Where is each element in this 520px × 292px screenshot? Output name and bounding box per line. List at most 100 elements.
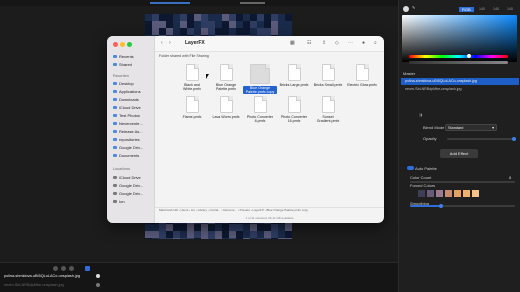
path-bar[interactable]: Macintosh HD › Users › ion › Library › C… [155, 207, 384, 214]
hue-slider[interactable] [409, 55, 508, 58]
canvas-pixel [208, 28, 215, 35]
active-tool-icon[interactable] [85, 266, 90, 271]
file-item[interactable]: Flame.pmfx [175, 96, 209, 119]
eyedropper-icon[interactable]: ✎ [412, 5, 415, 10]
share-icon[interactable]: ⇪ [322, 40, 326, 46]
file-name: Sunset Gradient.pmfx [316, 115, 340, 124]
bottom-layer-active[interactable]: polina-shmidova-uBI5QLoLACo-unsplash.jpg [4, 274, 80, 278]
view-grid-icon[interactable]: ▦ [290, 40, 295, 46]
close-icon[interactable] [113, 42, 118, 47]
color-mode-rgb[interactable]: RGB [459, 7, 474, 12]
color-swatch-icon[interactable] [403, 6, 409, 12]
canvas-pixel [180, 28, 187, 35]
canvas-pixel [278, 14, 285, 21]
palette-swatch[interactable] [427, 190, 434, 197]
folder-title: LayerFX [185, 40, 205, 46]
opacity-slider-knob[interactable] [512, 137, 516, 141]
sidebar-item-icloud[interactable]: iCloud Drive [113, 105, 141, 110]
folder-icon [113, 129, 117, 134]
account-icon[interactable]: ● [362, 40, 365, 46]
opacity-slider[interactable] [447, 138, 515, 140]
palette-swatch[interactable] [463, 190, 470, 197]
red-value[interactable]: 140 [479, 7, 485, 11]
back-icon[interactable]: ‹ [161, 40, 163, 46]
settings-icon[interactable] [61, 266, 66, 271]
file-document-icon [321, 64, 335, 81]
file-item[interactable]: Photo Converter 16.pmfx [277, 96, 311, 123]
sidebar-item-location-ion[interactable]: Ion [113, 199, 125, 204]
file-item[interactable]: Black and White.pmfx [175, 64, 209, 91]
file-item[interactable]: Bricks Small.pmfx [311, 64, 345, 87]
add-effect-button[interactable]: Add Effect [440, 149, 478, 158]
canvas-pixel [201, 238, 208, 239]
search-icon[interactable]: ⌕ [374, 40, 377, 46]
sidebar-item-nevercenter[interactable]: Nevercente... [113, 121, 143, 126]
file-item[interactable]: Lava Worm.pmfx [209, 96, 243, 119]
file-item[interactable]: Blue Orange Palette.pmfx copy [243, 64, 277, 95]
sidebar-item-downloads[interactable]: Downloads [113, 97, 139, 102]
sidebar-item-desktop[interactable]: Desktop [113, 81, 134, 86]
layer-row[interactable]: neom-SbLNRBdpMbe-unsplash.jpg [401, 86, 519, 93]
sidebar-item-shared[interactable]: Shared [113, 62, 132, 67]
sidebar-item-recents[interactable]: Recents [113, 54, 134, 59]
file-document-icon [219, 96, 233, 113]
folder-subtitle: Folder shared with File Sharing [159, 54, 209, 58]
sidebar-item-documents[interactable]: Documents [113, 153, 139, 158]
mouse-cursor [206, 74, 209, 79]
file-item[interactable]: Sunset Gradient.pmfx [311, 96, 345, 123]
layer-row-active[interactable]: polina-shmidova-uBI5QLoLACo-unsplash.jpg [401, 78, 519, 85]
blue-value[interactable]: 140 [507, 7, 513, 11]
canvas-pixel [159, 28, 166, 35]
canvas-pixel [264, 224, 271, 231]
sidebar-item-repositories[interactable]: repositories [113, 137, 140, 142]
canvas-pixel [159, 224, 166, 231]
minimize-icon[interactable] [120, 42, 125, 47]
toolbar-accent [150, 2, 190, 4]
canvas-pixel [187, 238, 194, 239]
canvas-pixel [187, 14, 194, 21]
canvas-pixel [173, 28, 180, 35]
zoom-icon[interactable] [127, 42, 132, 47]
file-item[interactable]: Electric Glow.pmfx [345, 64, 379, 87]
color-count-value[interactable]: 8 [509, 175, 511, 180]
sidebar-item-test-photos[interactable]: Test Photos [113, 113, 140, 118]
file-item[interactable]: Blue Orange Palette.pmfx [209, 64, 243, 91]
canvas-pixel [271, 28, 278, 35]
group-icon[interactable]: ☷ [307, 40, 311, 46]
canvas-pixel [278, 224, 285, 231]
smoothing-slider-knob[interactable] [439, 204, 443, 208]
canvas-pixel [250, 238, 257, 239]
sidebar-item-location-gdrive-1[interactable]: Google Driv... [113, 183, 143, 188]
smoothing-fill [410, 205, 440, 207]
file-item[interactable]: Photo Converter 8.pmfx [243, 96, 277, 123]
sidebar-item-location-icloud[interactable]: iCloud Drive [113, 175, 141, 180]
sidebar-item-release[interactable]: Release As... [113, 129, 143, 134]
forward-icon[interactable]: › [169, 40, 171, 46]
palette-swatch[interactable] [454, 190, 461, 197]
file-document-icon [250, 64, 270, 84]
hue-slider-knob[interactable] [467, 54, 471, 58]
canvas-pixel [180, 14, 187, 21]
layer-mode-icon[interactable]: ◨ [419, 113, 422, 117]
bottom-layer[interactable]: neom-SbLNRBdpMbe-unsplash.jpg [4, 283, 64, 287]
file-item[interactable]: Bricks Large.pmfx [277, 64, 311, 87]
visibility-icon[interactable] [96, 283, 100, 287]
visibility-icon[interactable] [96, 274, 100, 278]
auto-palette-toggle[interactable] [407, 166, 414, 170]
play-icon[interactable] [53, 266, 58, 271]
sidebar-item-applications[interactable]: Applications [113, 89, 141, 94]
canvas-pixel [173, 14, 180, 21]
tag-icon[interactable]: ◇ [335, 40, 339, 46]
blend-mode-dropdown[interactable]: Standard ▾ [445, 124, 497, 131]
palette-swatch[interactable] [436, 190, 443, 197]
layers-icon[interactable] [69, 266, 74, 271]
sidebar-item-location-gdrive-2[interactable]: Google Driv... [113, 191, 143, 196]
more-icon[interactable]: ⋯ [348, 40, 353, 46]
alpha-slider[interactable] [409, 61, 508, 64]
palette-swatch[interactable] [445, 190, 452, 197]
file-name: Blue Orange Palette.pmfx copy [243, 86, 277, 95]
sidebar-item-google-drive[interactable]: Google Driv... [113, 145, 143, 150]
green-value[interactable]: 140 [493, 7, 499, 11]
palette-swatch[interactable] [472, 190, 479, 197]
palette-swatch[interactable] [418, 190, 425, 197]
